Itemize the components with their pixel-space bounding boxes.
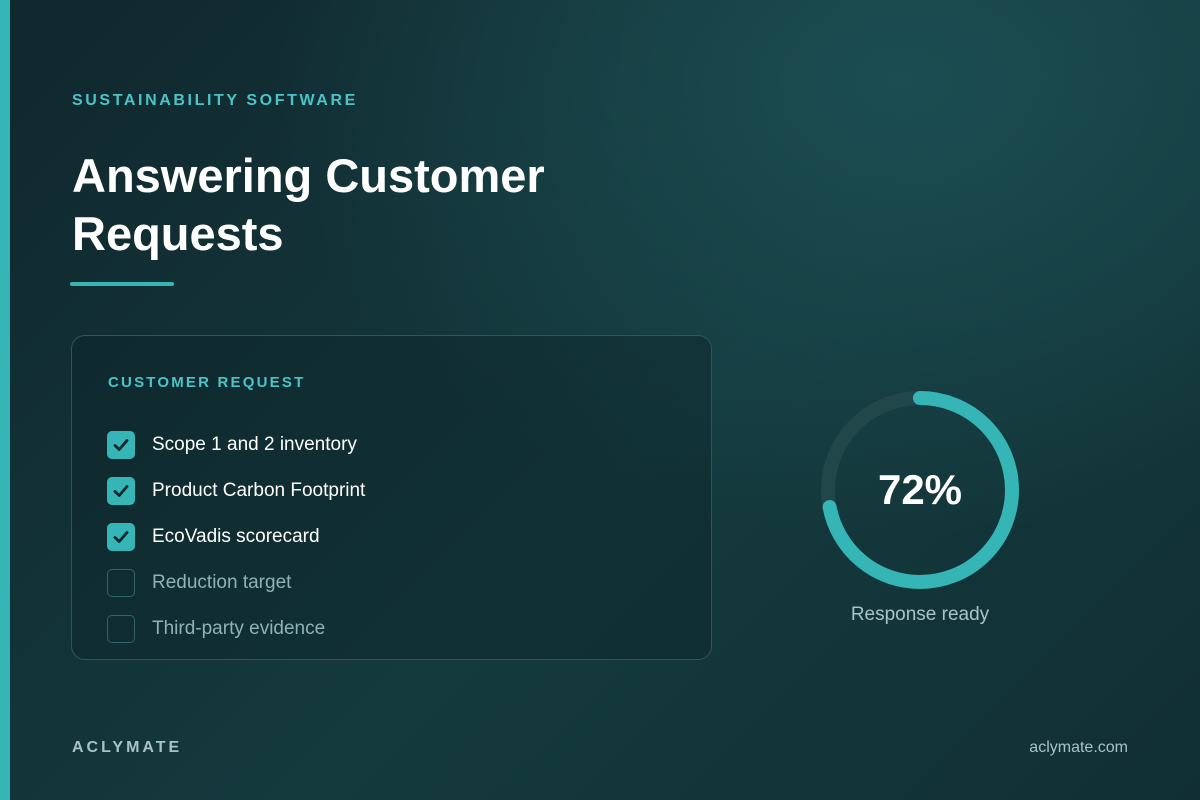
- brand-name: ACLYMATE: [72, 739, 183, 756]
- title-underline: [70, 282, 174, 286]
- site-link[interactable]: aclymate.com: [1029, 739, 1128, 757]
- request-checklist: Scope 1 and 2 inventory Product Carbon F…: [107, 422, 365, 652]
- progress-value: 72%: [877, 466, 963, 513]
- checkbox[interactable]: [107, 523, 135, 551]
- empty-checkbox-icon[interactable]: [107, 615, 135, 643]
- empty-checkbox-icon[interactable]: [107, 569, 135, 597]
- checkmark-icon: [113, 531, 129, 543]
- checkmark-icon: [113, 485, 129, 497]
- checklist-item-label: Third-party evidence: [152, 618, 326, 639]
- checkbox[interactable]: [107, 477, 135, 505]
- checklist-item[interactable]: Reduction target: [107, 560, 365, 606]
- checklist-item[interactable]: Product Carbon Footprint: [107, 468, 365, 514]
- progress-caption: Response ready: [850, 604, 990, 625]
- checkbox[interactable]: [107, 431, 135, 459]
- checklist-item-label: Reduction target: [152, 572, 292, 593]
- checklist-item[interactable]: EcoVadis scorecard: [107, 514, 365, 560]
- progress-donut: 72%: [817, 387, 1023, 593]
- checklist-item-label: Product Carbon Footprint: [152, 480, 366, 501]
- checklist-item-label: EcoVadis scorecard: [152, 526, 320, 547]
- checklist-item[interactable]: Scope 1 and 2 inventory: [107, 422, 365, 468]
- left-accent-bar: [0, 0, 10, 800]
- card-heading: CUSTOMER REQUEST: [108, 374, 306, 391]
- checkmark-icon: [113, 439, 129, 451]
- eyebrow-label: SUSTAINABILITY SOFTWARE: [72, 92, 358, 109]
- checklist-item-label: Scope 1 and 2 inventory: [152, 434, 357, 455]
- checklist-item[interactable]: Third-party evidence: [107, 606, 365, 652]
- customer-request-card: CUSTOMER REQUEST Scope 1 and 2 inventory…: [71, 335, 712, 660]
- page-title: Answering Customer Requests: [72, 149, 545, 260]
